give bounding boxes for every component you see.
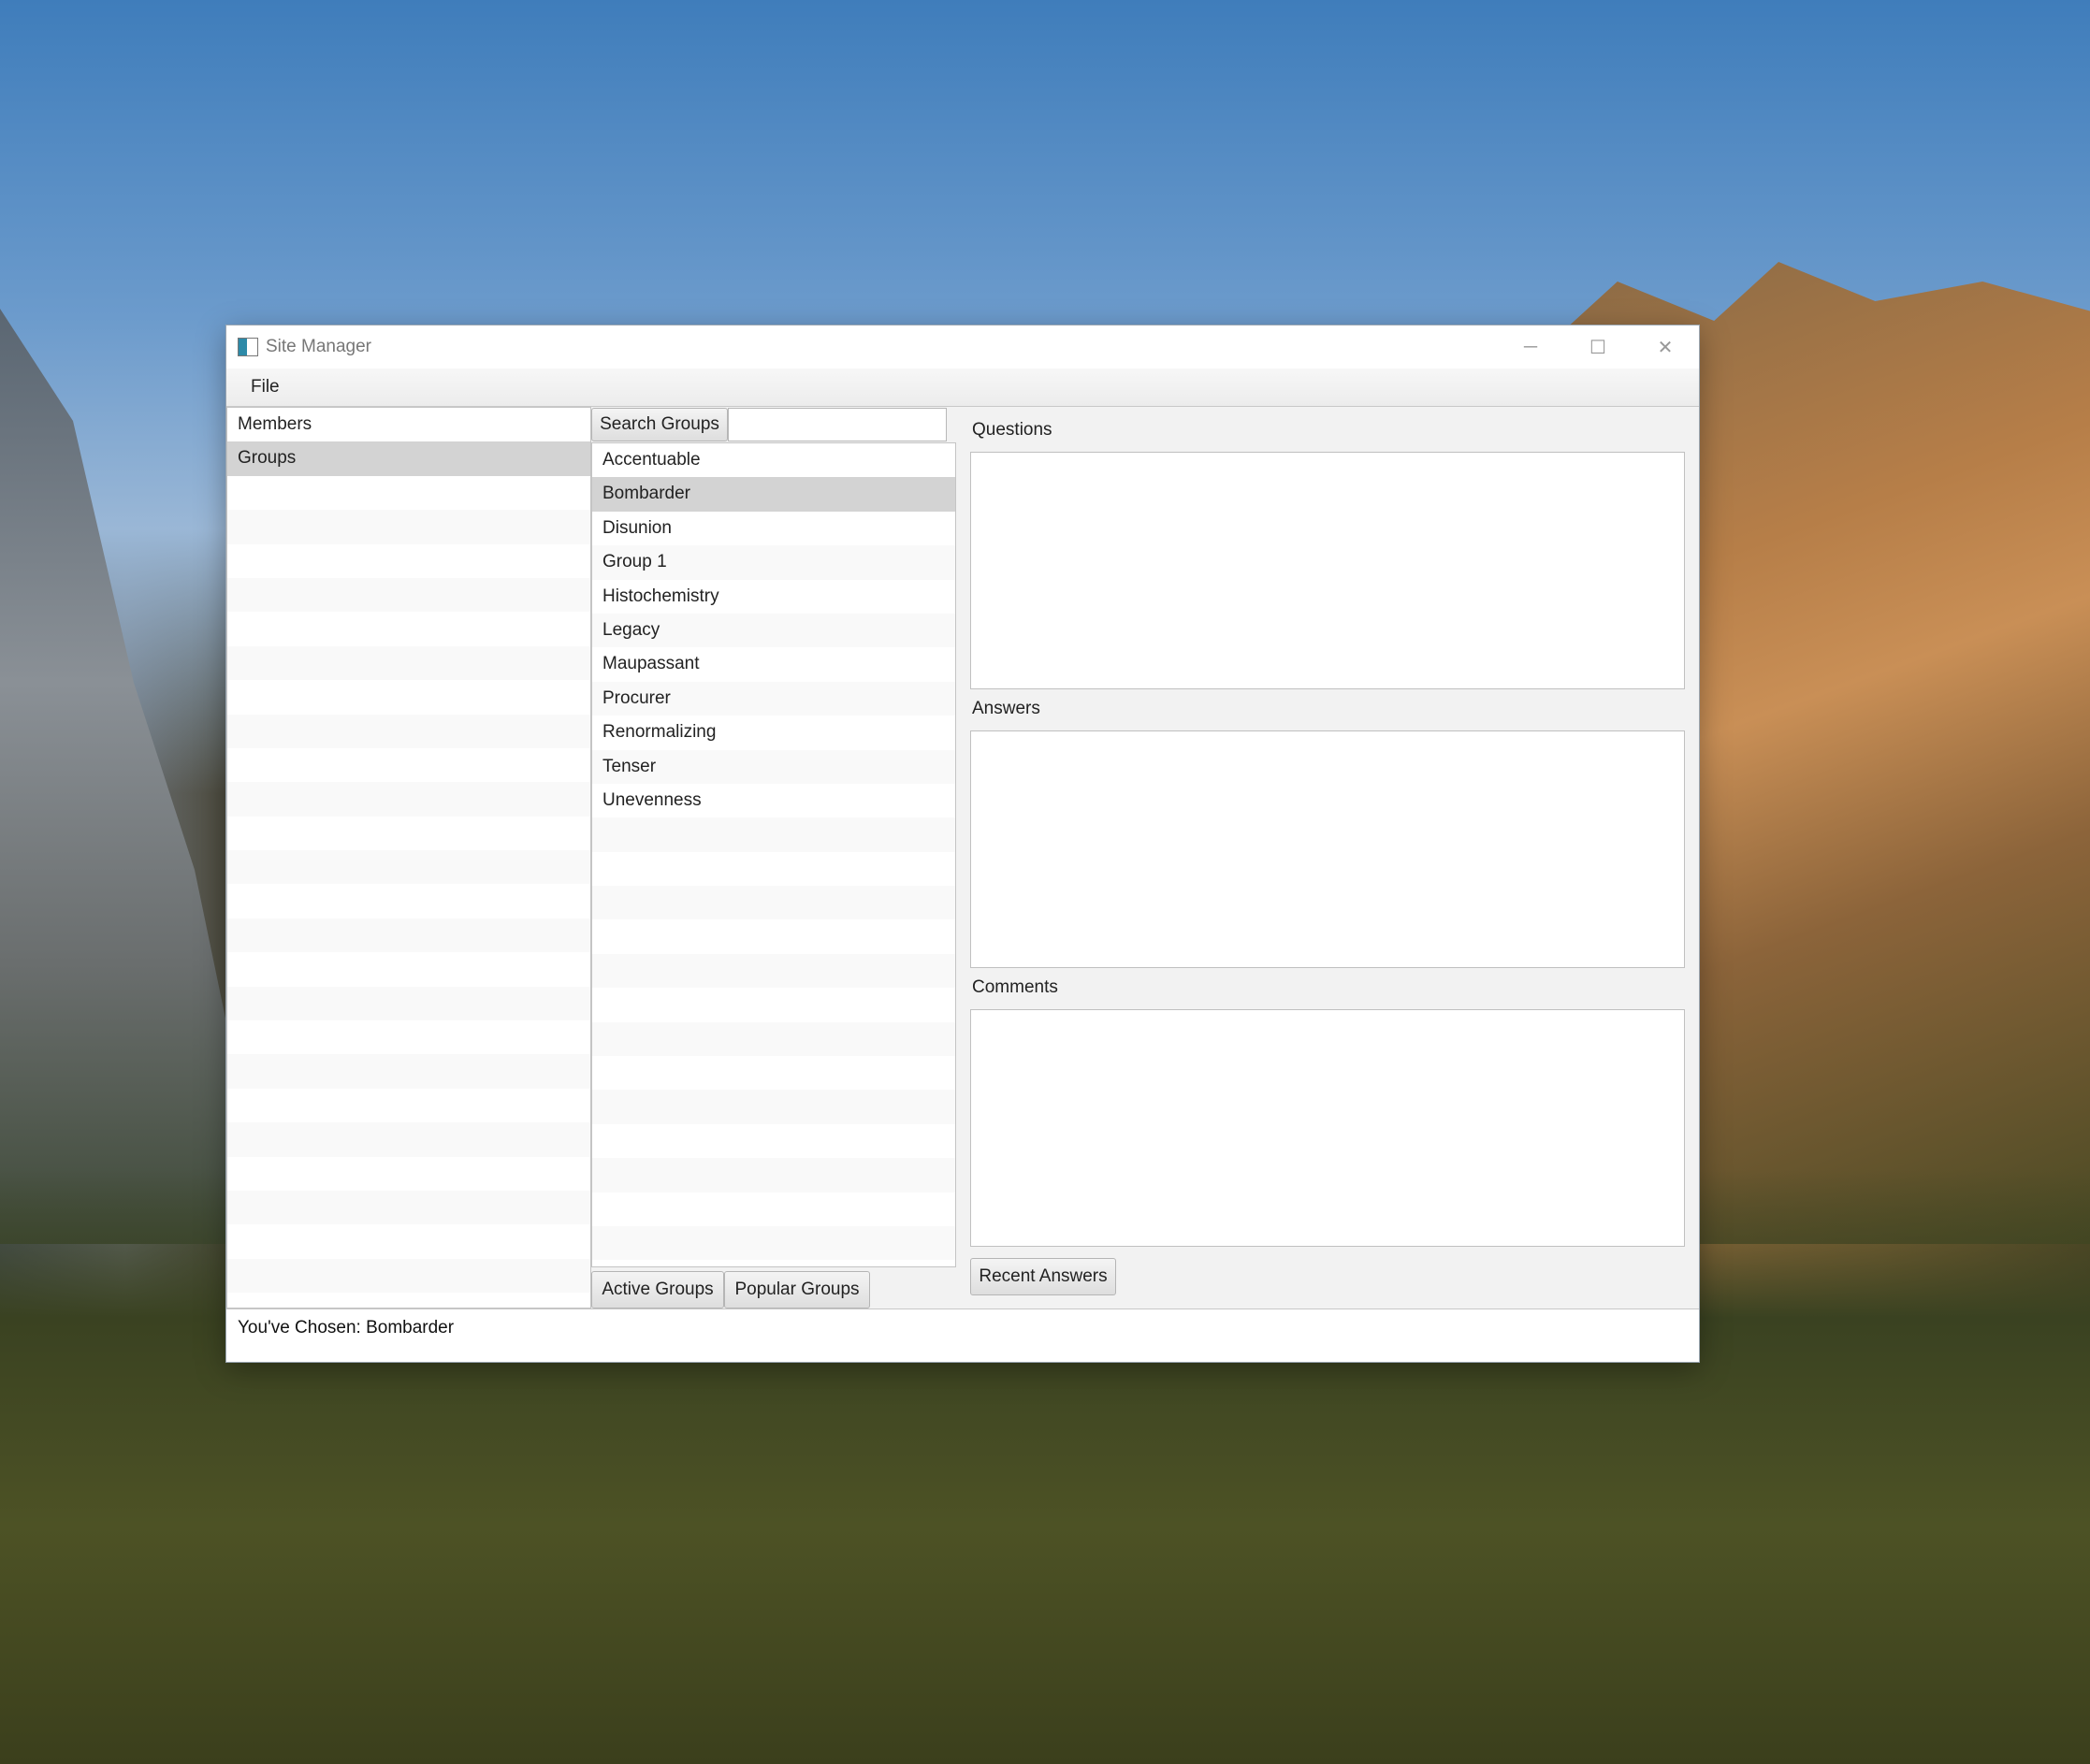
empty-row [227,577,590,613]
empty-row [227,1293,590,1308]
empty-row [227,680,590,714]
empty-row [227,1054,590,1089]
empty-row [227,1122,590,1157]
questions-textarea[interactable] [970,452,1685,689]
empty-row [227,476,590,510]
search-groups-button[interactable]: Search Groups [591,408,728,441]
empty-row [227,1157,590,1191]
search-input[interactable] [728,408,947,441]
comments-label: Comments [972,977,1058,997]
empty-row [227,612,590,645]
empty-row [227,1258,590,1294]
groups-list[interactable]: Accentuable Bombarder Disunion Group 1 Histo… [591,442,956,1267]
empty-row [592,852,955,886]
empty-row [227,884,590,918]
category-list-item[interactable]: Members [227,408,590,441]
menu-bar: File [226,369,1699,407]
empty-row [227,952,590,986]
group-list-item[interactable]: Maupassant [592,647,955,681]
empty-row [592,1158,955,1193]
empty-row [227,748,590,782]
empty-row [227,714,590,748]
comments-textarea[interactable] [970,1009,1685,1247]
group-list-item[interactable]: Accentuable [592,443,955,477]
empty-row [592,919,955,953]
empty-row [592,817,955,852]
group-list-item[interactable]: Group 1 [592,545,955,580]
empty-row [592,1193,955,1226]
empty-row [227,986,590,1021]
empty-row [592,1021,955,1057]
group-list-item[interactable]: Disunion [592,512,955,545]
empty-row [227,510,590,544]
recent-answers-button[interactable]: Recent Answers [970,1258,1116,1295]
wallpaper-cliff-left [0,309,243,1244]
questions-label: Questions [972,420,1052,440]
status-text: You've Chosen: Bombarder [238,1318,455,1337]
maximize-button[interactable]: ☐ [1564,325,1632,369]
empty-row [592,1225,955,1261]
empty-row [592,1056,955,1090]
group-list-item[interactable]: Procurer [592,681,955,716]
category-list[interactable]: Members Groups [226,407,591,1309]
app-icon [238,338,258,356]
window-controls: ─ ☐ ✕ [1497,325,1699,369]
empty-row [227,645,590,681]
empty-row [592,953,955,989]
empty-row [592,988,955,1021]
group-list-item[interactable]: Legacy [592,613,955,648]
answers-label: Answers [972,699,1040,718]
window-title: Site Manager [266,337,372,356]
group-list-item[interactable]: Renormalizing [592,716,955,749]
empty-row [592,1124,955,1158]
popular-groups-button[interactable]: Popular Groups [724,1271,870,1309]
group-list-item[interactable]: Histochemistry [592,580,955,614]
site-manager-window: Site Manager ─ ☐ ✕ File Members Groups Se… [226,325,1699,1362]
empty-row [592,886,955,920]
active-groups-button[interactable]: Active Groups [591,1271,724,1309]
empty-row [592,1260,955,1266]
title-bar[interactable]: Site Manager ─ ☐ ✕ [226,325,1699,369]
minimize-button[interactable]: ─ [1497,325,1564,369]
empty-row [227,782,590,817]
menu-file[interactable]: File [238,377,293,398]
empty-row [227,544,590,578]
empty-row [592,1090,955,1124]
empty-row [227,918,590,953]
empty-row [227,1089,590,1122]
empty-row [227,1190,590,1225]
answers-textarea[interactable] [970,730,1685,968]
close-button[interactable]: ✕ [1632,325,1699,369]
main-content: Members Groups Search Groups Accentuable B… [226,407,1699,1309]
status-bar: You've Chosen: Bombarder [226,1309,1699,1362]
empty-row [227,1224,590,1258]
category-list-item[interactable]: Groups [227,441,590,476]
empty-row [227,850,590,885]
group-list-item[interactable]: Tenser [592,749,955,784]
group-list-item[interactable]: Unevenness [592,784,955,817]
empty-row [227,1020,590,1054]
empty-row [227,817,590,850]
group-list-item[interactable]: Bombarder [592,477,955,512]
